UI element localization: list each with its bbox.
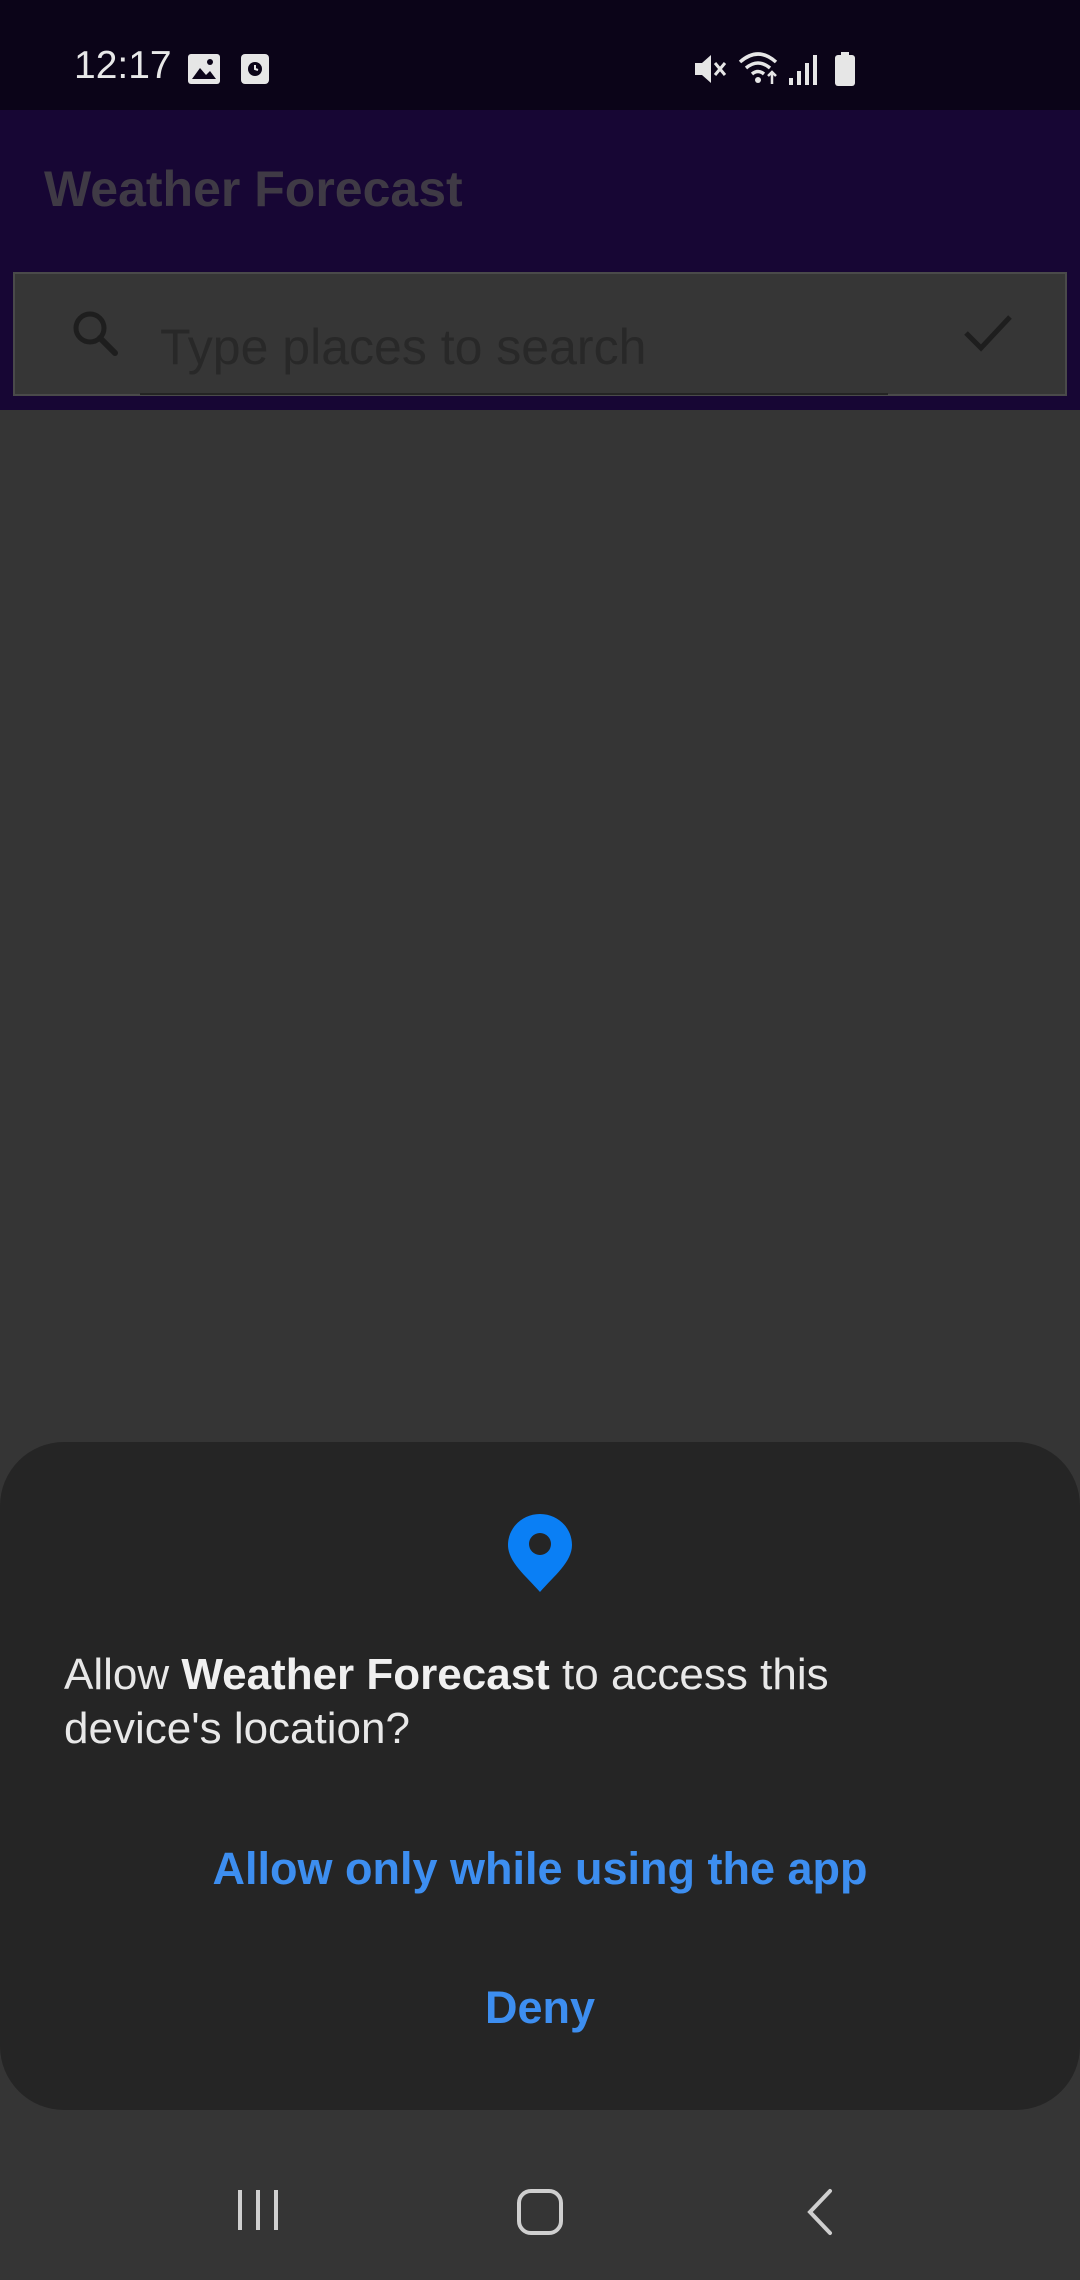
check-icon[interactable]	[963, 313, 1013, 358]
app-title: Weather Forecast	[44, 161, 463, 217]
search-icon[interactable]	[70, 308, 120, 363]
mute-icon	[692, 51, 728, 92]
battery-icon	[834, 51, 856, 92]
allow-while-using-button[interactable]: Allow only while using the app	[0, 1843, 1080, 1907]
screen-record-icon	[240, 53, 270, 90]
home-icon[interactable]	[516, 2188, 564, 2241]
search-input[interactable]	[140, 300, 888, 395]
signal-icon	[788, 52, 820, 91]
status-time: 12:17	[74, 44, 172, 87]
deny-button[interactable]: Deny	[0, 1982, 1080, 2046]
message-prefix: Allow	[64, 1650, 182, 1699]
back-icon[interactable]	[804, 2188, 836, 2241]
location-pin-icon	[506, 1512, 574, 1599]
dialog-message: Allow Weather Forecast to access this de…	[64, 1648, 964, 1756]
image-icon	[187, 53, 221, 90]
wifi-icon	[738, 50, 780, 91]
screen: 12:17 Weather Forecast Type places to se…	[0, 0, 1080, 2280]
message-app-name: Weather Forecast	[181, 1650, 550, 1699]
recent-apps-icon[interactable]	[236, 2188, 282, 2237]
status-bar: 12:17	[0, 0, 1080, 110]
